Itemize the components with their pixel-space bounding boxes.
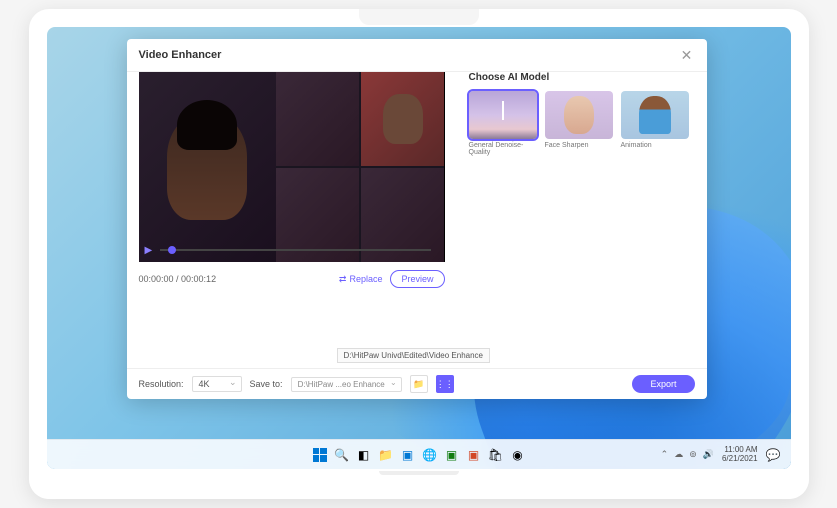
windows-logo-icon xyxy=(313,448,327,462)
time-display: 00:00:00 / 00:00:12 xyxy=(139,274,217,284)
saveto-label: Save to: xyxy=(250,379,283,389)
start-button[interactable] xyxy=(311,446,329,464)
volume-icon[interactable]: 🔊 xyxy=(703,449,714,460)
slider-icon: ⋮⋮ xyxy=(436,379,454,390)
saveto-path[interactable]: D:\HitPaw ...eo Enhance xyxy=(291,377,402,392)
windows-taskbar: 🔍 ◧ 📁 ▣ 🌐 ▣ ▣ 🛍 ◉ ⌃ ☁ ⊚ 🔊 11:00 AM xyxy=(47,439,791,469)
taskbar-app[interactable]: ▣ xyxy=(399,446,417,464)
taskbar-app[interactable]: ▣ xyxy=(443,446,461,464)
video-tile xyxy=(361,72,444,166)
taskbar-center: 🔍 ◧ 📁 ▣ 🌐 ▣ ▣ 🛍 ◉ xyxy=(311,446,527,464)
window-titlebar: Video Enhancer ✕ xyxy=(127,39,707,72)
seek-thumb[interactable] xyxy=(168,246,176,254)
system-tray: ⌃ ☁ ⊚ 🔊 11:00 AM 6/21/2021 💬 xyxy=(661,446,791,464)
store-button[interactable]: 🛍 xyxy=(487,446,505,464)
export-button[interactable]: Export xyxy=(632,375,694,393)
clock-date: 6/21/2021 xyxy=(722,455,758,464)
resolution-label: Resolution: xyxy=(139,379,184,389)
play-button[interactable]: ▶ xyxy=(145,245,153,256)
task-view-button[interactable]: ◧ xyxy=(355,446,373,464)
folder-icon: 📁 xyxy=(378,448,393,462)
ai-model-panel: Choose AI Model General Denoise-Quality … xyxy=(457,72,707,368)
player-controls: ▶ xyxy=(139,238,445,262)
app-icon: ▣ xyxy=(402,448,413,462)
file-explorer-button[interactable]: 📁 xyxy=(377,446,395,464)
powerpoint-icon: ▣ xyxy=(468,448,479,462)
model-thumbnail xyxy=(469,91,537,139)
model-label: General Denoise-Quality xyxy=(469,142,537,156)
edge-button[interactable]: 🌐 xyxy=(421,446,439,464)
video-frame xyxy=(139,72,445,262)
video-enhancer-window: Video Enhancer ✕ xyxy=(127,39,707,399)
close-button[interactable]: ✕ xyxy=(679,47,695,63)
search-icon: 🔍 xyxy=(334,448,349,462)
laptop-frame: Video Enhancer ✕ xyxy=(29,9,809,499)
seek-bar[interactable] xyxy=(160,249,430,251)
laptop-notch xyxy=(359,9,479,25)
model-thumbnail xyxy=(621,91,689,139)
video-subject xyxy=(167,115,247,220)
model-option-animation[interactable]: Animation xyxy=(621,91,689,156)
desktop-screen: Video Enhancer ✕ xyxy=(47,27,791,469)
wifi-icon[interactable]: ⊚ xyxy=(689,449,697,460)
settings-button[interactable]: ⋮⋮ xyxy=(436,375,454,393)
video-region-left xyxy=(139,72,277,262)
model-label: Animation xyxy=(621,142,689,149)
model-thumbnail xyxy=(545,91,613,139)
model-option-face-sharpen[interactable]: Face Sharpen xyxy=(545,91,613,156)
resolution-select[interactable]: 4K xyxy=(192,376,242,392)
clock[interactable]: 11:00 AM 6/21/2021 xyxy=(722,446,758,464)
steam-button[interactable]: ◉ xyxy=(509,446,527,464)
export-bar: Resolution: 4K Save to: D:\HitPaw ...eo … xyxy=(127,368,707,399)
app-icon: ▣ xyxy=(446,448,457,462)
preview-panel: ▶ 00:00:00 / 00:00:12 ⇄ Replace Preview xyxy=(127,72,457,368)
preview-button[interactable]: Preview xyxy=(390,270,444,288)
powerpoint-button[interactable]: ▣ xyxy=(465,446,483,464)
cloud-icon[interactable]: ☁ xyxy=(674,449,683,460)
window-title: Video Enhancer xyxy=(139,49,222,61)
search-button[interactable]: 🔍 xyxy=(333,446,351,464)
folder-icon: 📁 xyxy=(413,379,424,390)
laptop-base xyxy=(29,469,809,499)
panel-title: Choose AI Model xyxy=(469,72,695,83)
model-option-denoise[interactable]: General Denoise-Quality xyxy=(469,91,537,156)
chevron-up-icon[interactable]: ⌃ xyxy=(661,449,669,460)
store-icon: 🛍 xyxy=(488,448,503,462)
video-tile xyxy=(276,72,359,166)
taskview-icon: ◧ xyxy=(358,448,369,462)
model-label: Face Sharpen xyxy=(545,142,613,149)
video-region-right xyxy=(276,72,444,262)
video-player[interactable]: ▶ xyxy=(139,72,445,262)
browse-folder-button[interactable]: 📁 xyxy=(410,375,428,393)
edge-icon: 🌐 xyxy=(422,448,437,462)
replace-button[interactable]: ⇄ Replace xyxy=(339,274,383,285)
steam-icon: ◉ xyxy=(512,448,522,462)
notification-button[interactable]: 💬 xyxy=(766,448,781,462)
path-tooltip: D:\HitPaw Univd\Edited\Video Enhance xyxy=(337,348,491,363)
